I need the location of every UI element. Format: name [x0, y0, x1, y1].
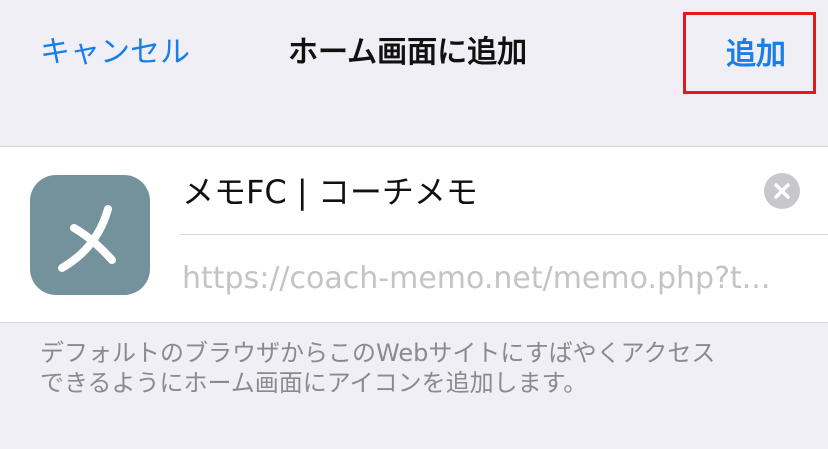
divider: [180, 234, 828, 235]
close-icon: [774, 183, 790, 199]
description-text: デフォルトのブラウザからこのWebサイトにすばやくアクセス できるようにホーム画…: [40, 338, 800, 398]
shortcut-name-input[interactable]: メモFC | コーチメモ: [182, 171, 742, 213]
katakana-me-icon: [58, 205, 116, 272]
shortcut-card: メモFC | コーチメモ https://coach-memo.net/memo…: [0, 146, 828, 323]
app-icon: [30, 175, 150, 295]
shortcut-url: https://coach-memo.net/memo.php?t...: [182, 261, 771, 296]
page-title: ホーム画面に追加: [288, 35, 528, 70]
description-line-1: デフォルトのブラウザからこのWebサイトにすばやくアクセス: [40, 339, 716, 367]
navigation-bar: キャンセル ホーム画面に追加 追加: [0, 0, 828, 105]
description-line-2: できるようにホーム画面にアイコンを追加します。: [40, 369, 588, 397]
add-button-highlight[interactable]: 追加: [683, 12, 816, 94]
add-button[interactable]: 追加: [726, 35, 786, 75]
clear-text-button[interactable]: [764, 173, 800, 209]
cancel-button[interactable]: キャンセル: [40, 33, 190, 73]
